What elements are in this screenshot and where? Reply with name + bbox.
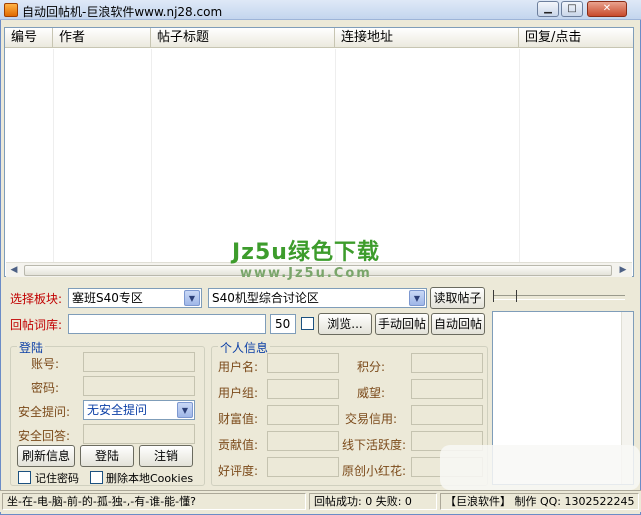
reply-option-checkbox[interactable] [301, 317, 314, 330]
close-button[interactable]: ✕ [587, 1, 627, 17]
trade-credit-field [411, 405, 483, 425]
minimize-button[interactable]: ▁ [537, 1, 559, 17]
trade-credit-label: 交易信用: [345, 412, 398, 426]
clear-cookies-label: 删除本地Cookies [106, 472, 194, 485]
status-result: 回帖成功: 0 失败: 0 [309, 493, 437, 510]
contribution-label: 贡献值: [218, 438, 259, 452]
login-button[interactable]: 登陆 [80, 445, 134, 467]
wealth-label: 财富值: [218, 412, 259, 426]
points-field [411, 353, 483, 373]
security-answer-input[interactable] [83, 424, 195, 444]
rating-label: 好评度: [218, 464, 259, 478]
title-bar[interactable]: 自动回帖机-巨浪软件www.nj28.com ▁ □ ✕ [0, 0, 641, 20]
reply-library-input[interactable] [68, 314, 266, 334]
original-flowers-label: 原创小红花: [342, 464, 407, 478]
wealth-field [267, 405, 339, 425]
points-label: 积分: [357, 360, 386, 374]
watermark-url: www.Jz5u.Com [240, 266, 372, 281]
chevron-down-icon[interactable]: ▼ [177, 402, 193, 418]
watermark-logo: Jz5u绿色下载 [232, 240, 380, 265]
remember-password-label: 记住密码 [35, 472, 79, 485]
security-question-select[interactable]: 无安全提问 ▼ [83, 400, 195, 420]
maximize-icon: □ [567, 3, 577, 14]
prestige-label: 威望: [357, 386, 386, 400]
column-divider [151, 49, 152, 265]
refresh-info-button[interactable]: 刷新信息 [17, 445, 75, 467]
subforum-select[interactable]: S40机型综合讨论区 ▼ [208, 288, 427, 308]
rating-field [267, 457, 339, 477]
status-bar: 坐-在-电-脑-前-的-孤-独-,-有-谁-能-懂? 回帖成功: 0 失败: 0… [0, 490, 641, 512]
minimize-icon: ▁ [544, 3, 552, 14]
security-question-value: 无安全提问 [87, 403, 148, 417]
chevron-down-icon[interactable]: ▼ [184, 290, 200, 306]
manual-reply-button[interactable]: 手动回帖 [375, 313, 429, 335]
password-input[interactable] [83, 376, 195, 396]
scroll-right-icon[interactable]: ▶ [616, 264, 630, 277]
column-header-replies[interactable]: 回复/点击 [519, 28, 633, 48]
column-divider [519, 49, 520, 265]
reply-library-label: 回帖词库: [10, 318, 63, 332]
window-title: 自动回帖机-巨浪软件www.nj28.com [22, 5, 223, 19]
username-field [267, 353, 339, 373]
security-question-label: 安全提问: [18, 405, 71, 419]
app-icon [4, 3, 18, 17]
password-label: 密码: [31, 381, 60, 395]
read-posts-button[interactable]: 读取帖子 [430, 287, 485, 309]
reply-count-input[interactable]: 50 [270, 314, 296, 334]
logout-button[interactable]: 注销 [139, 445, 193, 467]
board-select[interactable]: 塞班S40专区 ▼ [68, 288, 202, 308]
subforum-select-value: S40机型综合讨论区 [212, 291, 319, 305]
column-header-author[interactable]: 作者 [53, 28, 151, 48]
maximize-button[interactable]: □ [561, 1, 583, 17]
scroll-left-icon[interactable]: ◀ [7, 264, 21, 277]
login-group-title: 登陆 [17, 339, 46, 356]
account-label: 账号: [31, 357, 60, 371]
auto-reply-button[interactable]: 自动回帖 [431, 313, 485, 335]
progress-slider[interactable] [493, 289, 633, 305]
clear-cookies-checkbox[interactable] [90, 471, 103, 484]
board-select-value: 塞班S40专区 [72, 291, 143, 305]
column-divider [335, 49, 336, 265]
progress-tick [493, 290, 494, 302]
redacted-area [440, 445, 640, 490]
progress-track [493, 295, 625, 300]
prestige-field [411, 379, 483, 399]
column-header-id[interactable]: 编号 [5, 28, 53, 48]
chevron-down-icon[interactable]: ▼ [409, 290, 425, 306]
username-label: 用户名: [218, 360, 259, 374]
security-answer-label: 安全回答: [18, 429, 71, 443]
close-icon: ✕ [602, 3, 612, 14]
column-header-url[interactable]: 连接地址 [335, 28, 519, 48]
offline-activity-label: 线下活跃度: [342, 438, 407, 452]
column-header-title[interactable]: 帖子标题 [151, 28, 335, 48]
board-label: 选择板块: [10, 292, 63, 306]
contribution-field [267, 431, 339, 451]
browse-button[interactable]: 浏览... [318, 313, 372, 335]
status-motto: 坐-在-电-脑-前-的-孤-独-,-有-谁-能-懂? [2, 493, 306, 510]
remember-password-checkbox[interactable] [18, 471, 31, 484]
usergroup-field [267, 379, 339, 399]
usergroup-label: 用户组: [218, 386, 259, 400]
progress-handle[interactable] [516, 290, 517, 302]
account-input[interactable] [83, 352, 195, 372]
status-brand: 【巨浪软件】 制作 QQ: 1302522245 [440, 493, 639, 510]
profile-group-title: 个人信息 [218, 339, 271, 356]
column-divider [53, 49, 54, 265]
